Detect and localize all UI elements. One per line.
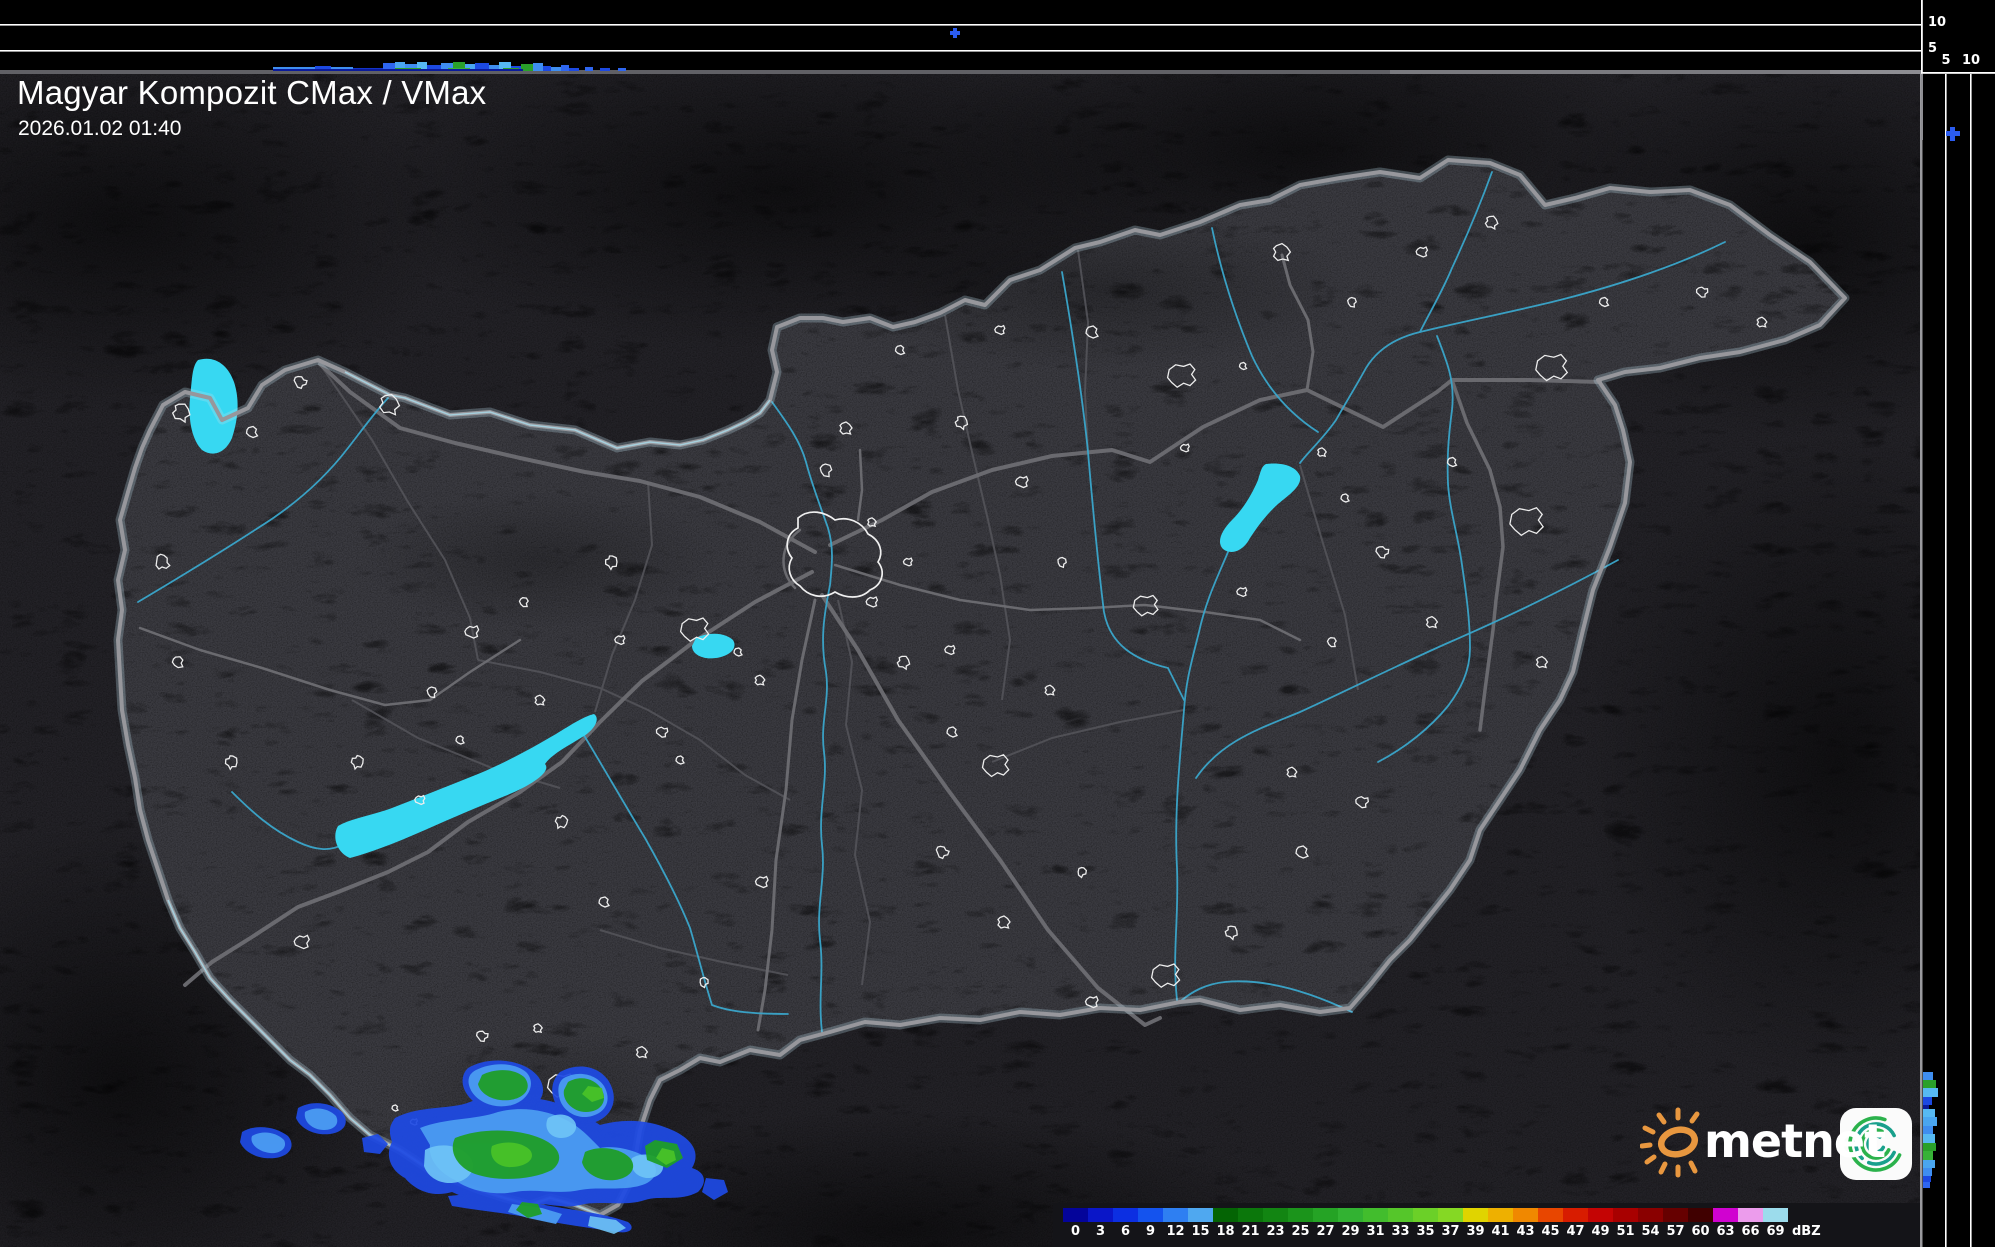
top-axis-label-5: 5 [1928, 41, 1937, 56]
right-gridline-5km [1945, 74, 1947, 1247]
right-axis-line [1921, 0, 1923, 73]
timestamp: 2026.01.02 01:40 [18, 117, 182, 141]
sun-icon [1642, 1110, 1697, 1175]
right-axis-label-10: 10 [1961, 53, 1981, 68]
right-topline [1921, 72, 1995, 74]
radar-map [0, 0, 1995, 1247]
vmax-right-profile [1921, 0, 1995, 1247]
dbz-scale-cells [1063, 1208, 1788, 1222]
dbz-scale-labels: 0369121518212325272931333537394143454749… [1063, 1224, 1821, 1239]
dbz-scale: 0369121518212325272931333537394143454749… [1053, 1203, 1920, 1247]
right-axis-label-5: 5 [1938, 53, 1954, 68]
vmax-top-profile [0, 0, 1921, 71]
right-gridline-10km [1970, 74, 1972, 1247]
radar-viewer: Magyar Kompozit CMax / VMax 2026.01.02 0… [0, 0, 1995, 1247]
metnet-logo-text: metnet [1704, 1114, 1885, 1168]
metnet-logo[interactable]: metnet [1640, 1100, 1920, 1190]
top-axis-label-10: 10 [1928, 15, 1946, 30]
top-gridline-10km [0, 24, 1921, 26]
page-title: Magyar Kompozit CMax / VMax [17, 74, 486, 112]
top-gridline-5km [0, 50, 1921, 52]
